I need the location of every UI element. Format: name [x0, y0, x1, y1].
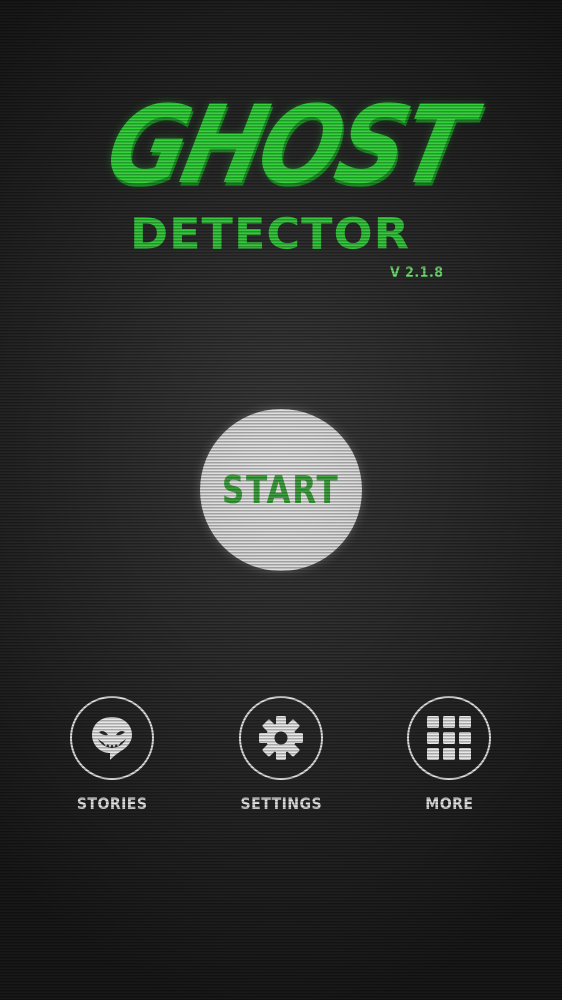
grid-icon — [427, 716, 471, 760]
nav-settings-circle[interactable] — [239, 696, 323, 780]
app-screen: GHOST DETECTOR V 2.1.8 START STORIES SET… — [0, 0, 562, 1000]
gear-icon — [259, 716, 303, 760]
nav-stories-label: STORIES — [76, 794, 148, 813]
logo-title-detector: DETECTOR — [129, 209, 411, 259]
nav-settings-label: SETTINGS — [240, 794, 322, 813]
ghost-face-icon — [92, 717, 132, 760]
nav-more-label: MORE — [424, 794, 474, 813]
app-logo: GHOST DETECTOR — [97, 82, 479, 290]
nav-stories-button[interactable]: STORIES — [47, 696, 177, 813]
logo-title-ghost: GHOST — [96, 82, 479, 208]
app-version: V 2.1.8 — [390, 265, 444, 281]
nav-more-circle[interactable] — [407, 696, 491, 780]
start-button[interactable]: START — [200, 409, 362, 571]
start-button-label: START — [222, 468, 340, 512]
nav-settings-button[interactable]: SETTINGS — [216, 696, 346, 813]
nav-more-button[interactable]: MORE — [384, 696, 514, 813]
nav-stories-circle[interactable] — [70, 696, 154, 780]
